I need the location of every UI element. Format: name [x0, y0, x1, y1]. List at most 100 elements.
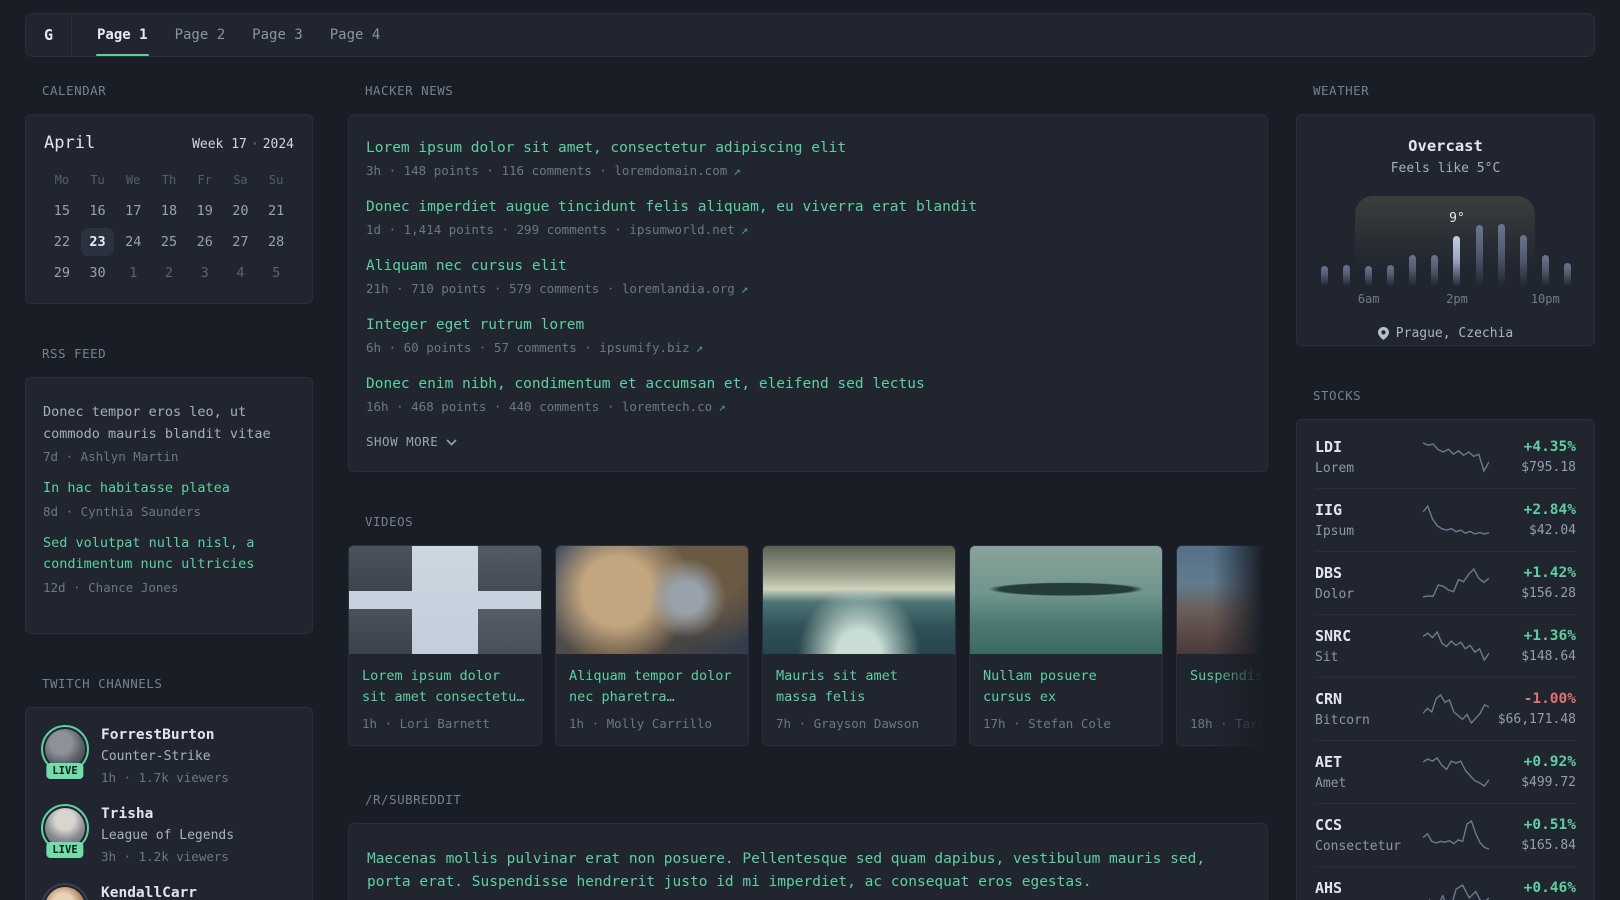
video-card[interactable]: Lorem ipsum dolor sit amet consectetu… 1…	[348, 545, 542, 746]
twitch-channel-row[interactable]: LIVE ForrestBurton Counter-Strike 1h · 1…	[41, 724, 297, 789]
hn-domain-link[interactable]: ipsumify.biz	[599, 340, 689, 355]
app-logo[interactable]: G	[26, 14, 72, 56]
stock-price: $42.04	[1529, 522, 1576, 538]
stock-row[interactable]: CCS Consectetur +0.51% $165.84	[1315, 804, 1576, 867]
hn-domain-link[interactable]: ipsumworld.net	[629, 222, 734, 237]
stock-row[interactable]: LDI Lorem +4.35% $795.18	[1315, 426, 1576, 489]
stock-ticker: AET	[1315, 752, 1343, 771]
calendar-day: 19	[196, 203, 213, 219]
stock-values: +1.42% $156.28	[1489, 565, 1576, 602]
video-card[interactable]: Suspendisse diam 18h · Tara	[1176, 545, 1268, 746]
hackernews-header: HACKER NEWS	[365, 83, 454, 98]
video-meta: 18h · Tara	[1190, 716, 1266, 731]
weather-widget: WEATHER Overcast Feels like 5°C 6am 9° 2pm…	[1296, 83, 1595, 346]
hn-domain-link[interactable]: loremdomain.com	[614, 163, 727, 178]
nav-page-tab[interactable]: Page 4	[329, 14, 382, 56]
hn-title-link[interactable]: Lorem ipsum dolor sit amet, consectetur …	[366, 139, 1250, 158]
calendar-day: 17	[125, 203, 142, 219]
weekday-label: Sa	[233, 173, 248, 187]
stock-name: Amet	[1315, 775, 1347, 791]
left-column: CALENDAR April Week 17 · 2024 Mo Tu We Th Fr Sa…	[25, 83, 313, 900]
hn-meta-text: 6h · 60 points · 57 comments ·	[366, 340, 600, 355]
calendar-day: 30	[89, 265, 106, 281]
dashboard-page: G Page 1 Page 2 Page 3 Page 4 CALENDAR A…	[0, 0, 1620, 900]
weather-hour-bar	[1409, 224, 1417, 286]
hn-domain-link[interactable]: loremtech.co	[622, 399, 712, 414]
stock-id: CRN Bitcorn	[1315, 690, 1423, 729]
right-column: WEATHER Overcast Feels like 5°C 6am 9° 2pm…	[1296, 83, 1595, 900]
weekday-label: We	[126, 173, 141, 187]
calendar-day: 2	[164, 265, 174, 281]
channel-name-link[interactable]: Trisha	[101, 806, 234, 822]
stock-row[interactable]: AHS +0.46%	[1315, 867, 1576, 900]
nav-page-tab[interactable]: Page 1	[96, 14, 149, 56]
stock-change: +1.36%	[1523, 627, 1576, 644]
stock-sparkline	[1423, 819, 1489, 850]
stock-id: IIG Ipsum	[1315, 501, 1423, 540]
weather-hour-bar	[1431, 224, 1439, 286]
stock-id: LDI Lorem	[1315, 438, 1423, 477]
video-card[interactable]: Nullam posuere cursus ex 17h · Stefan Co…	[969, 545, 1163, 746]
stock-values: +0.92% $499.72	[1489, 754, 1576, 791]
video-title: Mauris sit amet massa felis	[776, 668, 898, 705]
calendar-day: 4	[236, 265, 245, 281]
stock-change: +4.35%	[1523, 438, 1576, 455]
hn-show-more-button[interactable]: SHOW MORE	[366, 434, 457, 449]
rss-title-link[interactable]: In hac habitasse platea	[43, 478, 295, 500]
channel-name-link[interactable]: KendallCarr	[101, 885, 197, 900]
subreddit-post-title-link[interactable]: Maecenas mollis pulvinar erat non posuer…	[367, 848, 1249, 893]
stock-ticker: SNRC	[1315, 626, 1352, 645]
video-card[interactable]: Mauris sit amet massa felis 7h · Grayson…	[762, 545, 956, 746]
hour-label: 6am	[1357, 292, 1380, 306]
stock-ticker: CCS	[1315, 815, 1343, 834]
hn-title-link[interactable]: Donec enim nibh, condimentum et accumsan…	[366, 375, 1250, 394]
stock-name: Consectetur	[1315, 838, 1402, 854]
calendar-day: 15	[53, 203, 70, 219]
weather-hour-bar	[1475, 224, 1483, 286]
hackernews-card: Lorem ipsum dolor sit amet, consectetur …	[348, 114, 1268, 472]
stock-name: Lorem	[1315, 460, 1355, 476]
hn-title-link[interactable]: Aliquam nec cursus elit	[366, 257, 1250, 276]
channel-name-link[interactable]: ForrestBurton	[101, 727, 229, 743]
calendar-day: 5	[272, 265, 281, 281]
hn-title-link[interactable]: Donec imperdiet augue tincidunt felis al…	[366, 198, 1250, 217]
stock-row[interactable]: SNRC Sit +1.36% $148.64	[1315, 615, 1576, 678]
stock-price: $156.28	[1521, 585, 1576, 601]
external-link-icon: ↗	[740, 222, 749, 237]
stock-ticker: DBS	[1315, 563, 1343, 582]
stocks-widget: STOCKS LDI Lorem +4.35% $795.18 IIG Ipsu…	[1296, 388, 1595, 900]
stock-row[interactable]: CRN Bitcorn -1.00% $66,171.48	[1315, 678, 1576, 741]
nav-page-tab[interactable]: Page 2	[174, 14, 227, 56]
rss-meta: 8d · Cynthia Saunders	[43, 503, 202, 519]
stock-row[interactable]: AET Amet +0.92% $499.72	[1315, 741, 1576, 804]
stock-row[interactable]: DBS Dolor +1.42% $156.28	[1315, 552, 1576, 615]
weather-feels-like: Feels like 5°C	[1390, 161, 1501, 176]
stock-row[interactable]: IIG Ipsum +2.84% $42.04	[1315, 489, 1576, 552]
hn-meta-text: 3h · 148 points · 116 comments ·	[366, 163, 615, 178]
hour-label: 2pm	[1446, 292, 1468, 306]
rss-title-link[interactable]: Sed volutpat nulla nisl, a condimentum n…	[43, 533, 295, 576]
weather-location: Prague, Czechia	[1321, 326, 1570, 341]
rss-header: RSS FEED	[42, 346, 107, 361]
twitch-channel-row[interactable]: LIVE KendallCarr	[41, 882, 297, 900]
weekday-label: Th	[161, 173, 177, 187]
stock-id: SNRC Sit	[1315, 627, 1423, 666]
videos-widget: VIDEOS Lorem ipsum dolor sit amet consec…	[348, 514, 1268, 746]
video-card[interactable]: Aliquam tempor dolor nec pharetra… 1h · …	[555, 545, 749, 746]
rss-title-link[interactable]: Donec tempor eros leo, ut commodo mauris…	[43, 402, 295, 445]
stock-change: +0.46%	[1523, 880, 1576, 896]
stock-id: DBS Dolor	[1315, 564, 1423, 603]
rss-item: Sed volutpat nulla nisl, a condimentum n…	[43, 533, 295, 595]
nav-page-tab[interactable]: Page 3	[251, 14, 304, 56]
video-thumbnail	[349, 546, 541, 654]
twitch-channel-row[interactable]: LIVE Trisha League of Legends 3h · 1.2k …	[41, 803, 297, 868]
calendar-day: 28	[268, 234, 285, 250]
stock-name: Sit	[1315, 649, 1339, 665]
stock-id: CCS Consectetur	[1315, 816, 1423, 855]
middle-column: HACKER NEWS Lorem ipsum dolor sit amet, …	[348, 83, 1268, 900]
location-pin-icon	[1377, 327, 1389, 340]
weather-hour-bar: 6am	[1358, 224, 1380, 306]
hn-domain-link[interactable]: loremlandia.org	[622, 281, 735, 296]
hn-title-link[interactable]: Integer eget rutrum lorem	[366, 316, 1250, 335]
columns-layout: CALENDAR April Week 17 · 2024 Mo Tu We Th Fr Sa…	[25, 83, 1595, 900]
